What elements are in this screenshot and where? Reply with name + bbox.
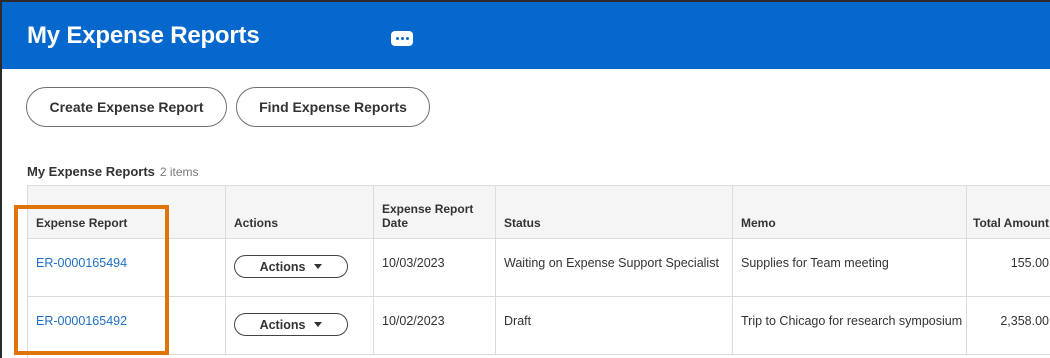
table-cell: ER-0000165494 bbox=[28, 239, 226, 297]
column-header-date[interactable]: Expense Report Date bbox=[374, 186, 496, 239]
table-cell: 155.00 bbox=[967, 239, 1050, 297]
column-header-memo[interactable]: Memo bbox=[733, 186, 967, 239]
report-status: Waiting on Expense Support Specialist bbox=[504, 256, 719, 270]
actions-dropdown-button[interactable]: Actions bbox=[234, 255, 348, 278]
table-cell: Actions bbox=[226, 239, 374, 297]
column-header-label-line1: Expense Report bbox=[382, 202, 474, 216]
create-expense-report-button[interactable]: Create Expense Report bbox=[26, 87, 227, 127]
dot bbox=[395, 37, 399, 40]
page-title: My Expense Reports bbox=[27, 22, 260, 49]
expense-report-link[interactable]: ER-0000165494 bbox=[36, 256, 127, 270]
actions-label: Actions bbox=[259, 317, 306, 332]
caret-down-icon bbox=[314, 264, 323, 269]
column-header-expense-report[interactable]: Expense Report bbox=[28, 186, 226, 239]
table-cell: Trip to Chicago for research symposium bbox=[733, 297, 967, 355]
expense-reports-table: Expense Report Actions Expense Report Da… bbox=[27, 185, 1050, 358]
report-memo: Supplies for Team meeting bbox=[741, 256, 889, 270]
table-cell: ER-0000165492 bbox=[28, 297, 226, 355]
app-frame: My Expense Reports Create Expense Report… bbox=[0, 0, 1050, 358]
report-total: 2,358.00 bbox=[1000, 314, 1049, 328]
section-title: My Expense Reports 2 items bbox=[27, 164, 199, 179]
column-header-actions[interactable]: Actions bbox=[226, 186, 374, 239]
dot bbox=[405, 37, 409, 40]
item-count: 2 items bbox=[159, 165, 199, 179]
report-date: 10/03/2023 bbox=[382, 256, 445, 270]
column-header-label: Expense Report bbox=[36, 216, 128, 230]
column-header-total-amount[interactable]: Total Amount bbox=[967, 186, 1050, 239]
column-header-label: Status bbox=[504, 216, 541, 230]
report-total: 155.00 bbox=[1010, 256, 1049, 270]
column-header-label: Actions bbox=[234, 216, 279, 230]
table-cell: Draft bbox=[496, 297, 733, 355]
report-date: 10/02/2023 bbox=[382, 314, 445, 328]
expense-report-link[interactable]: ER-0000165492 bbox=[36, 314, 127, 328]
find-expense-reports-button[interactable]: Find Expense Reports bbox=[236, 87, 430, 127]
dot bbox=[400, 37, 404, 40]
table-cell: 10/02/2023 bbox=[374, 297, 496, 355]
report-memo: Trip to Chicago for research symposium bbox=[741, 314, 963, 328]
table-cell: 10/03/2023 bbox=[374, 239, 496, 297]
actions-label: Actions bbox=[259, 259, 306, 274]
column-header-label: Total Amount bbox=[973, 216, 1049, 230]
section-title-text: My Expense Reports bbox=[27, 164, 155, 179]
caret-down-icon bbox=[314, 322, 323, 327]
report-status: Draft bbox=[504, 314, 532, 328]
column-header-label: Memo bbox=[741, 216, 776, 230]
table-cell: Actions bbox=[226, 297, 374, 355]
column-header-label-line2: Date bbox=[382, 216, 409, 230]
column-header-label: Expense Report Date bbox=[382, 202, 473, 230]
table-cell: 2,358.00 bbox=[967, 297, 1050, 355]
table-cell: Supplies for Team meeting bbox=[733, 239, 967, 297]
ellipsis-icon[interactable] bbox=[391, 31, 413, 46]
actions-dropdown-button[interactable]: Actions bbox=[234, 313, 348, 336]
table-cell: Waiting on Expense Support Specialist bbox=[496, 239, 733, 297]
page-header: My Expense Reports bbox=[2, 2, 1050, 69]
column-header-status[interactable]: Status bbox=[496, 186, 733, 239]
